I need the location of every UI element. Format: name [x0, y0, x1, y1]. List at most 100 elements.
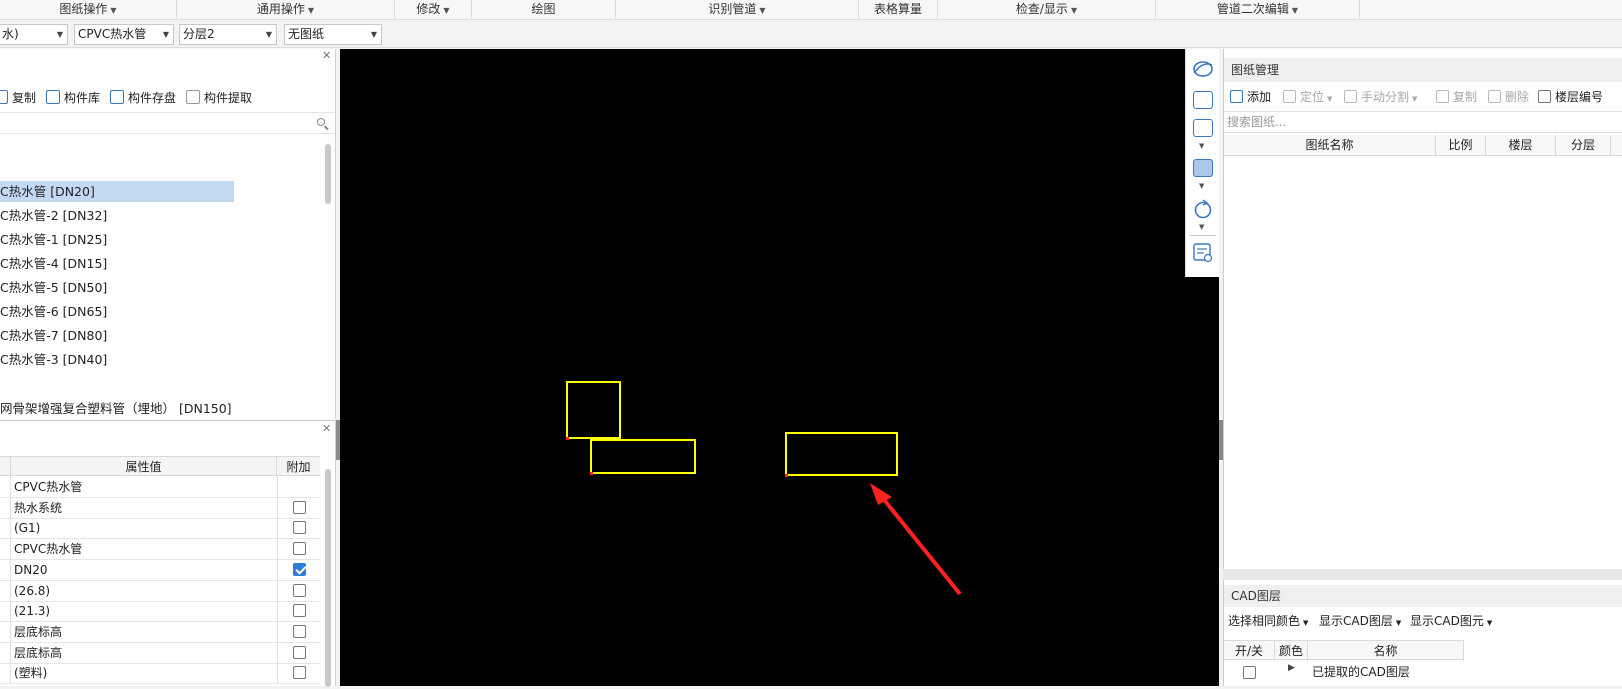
column-name[interactable]: 名称 — [1308, 641, 1464, 661]
cube-view-icon[interactable] — [1193, 119, 1213, 137]
ribbon-group-general-ops[interactable]: 通用操作 ▼ — [177, 0, 395, 20]
component-search-input[interactable] — [0, 112, 335, 134]
yellow-rect-shape[interactable] — [566, 381, 621, 439]
ribbon-group-draw[interactable]: 绘图 — [472, 0, 616, 20]
insertion-point — [785, 474, 788, 477]
tree-item[interactable]: C热水管-7 [DN80] — [0, 325, 107, 346]
property-row[interactable]: (塑料) — [0, 663, 320, 685]
select-same-color-button[interactable]: 选择相同颜色 ▼ — [1228, 611, 1308, 631]
yellow-rect-shape[interactable] — [590, 439, 696, 474]
layer-display-icon[interactable] — [1193, 243, 1213, 263]
property-value[interactable]: 层底标高 — [14, 622, 62, 642]
attach-checkbox[interactable] — [293, 542, 306, 556]
column-drawing-name[interactable]: 图纸名称 — [1224, 135, 1436, 155]
drawing-canvas[interactable] — [340, 49, 1219, 686]
orbit-icon[interactable] — [1192, 59, 1214, 79]
layer-select[interactable]: 分层2 ▼ — [179, 24, 277, 45]
property-value[interactable]: (塑料) — [14, 663, 47, 683]
property-row[interactable]: CPVC热水管 — [0, 477, 320, 498]
column-sublayer[interactable]: 分层 — [1556, 135, 1611, 155]
tree-item[interactable]: C热水管-2 [DN32] — [0, 205, 107, 226]
column-color[interactable]: 颜色 — [1275, 641, 1308, 661]
floor-number-checkbox[interactable]: 楼层编号 — [1538, 87, 1603, 107]
drawing-search-input[interactable]: 搜索图纸... — [1224, 111, 1622, 133]
horizontal-splitter[interactable] — [1223, 569, 1622, 580]
close-icon[interactable]: ✕ — [322, 49, 331, 62]
property-row[interactable]: DN20 — [0, 559, 320, 581]
show-cad-layer-button[interactable]: 显示CAD图层 ▼ — [1319, 611, 1401, 631]
cad-layer-row[interactable]: ▶ 已提取的CAD图层 — [1224, 661, 1464, 683]
locate-icon — [1283, 90, 1296, 103]
component-library-button[interactable]: 构件库 — [46, 89, 100, 107]
3d-view-icon[interactable] — [1193, 91, 1213, 109]
property-row[interactable]: (G1) — [0, 518, 320, 540]
show-cad-element-button[interactable]: 显示CAD图元 ▼ — [1410, 611, 1492, 631]
property-value[interactable]: 层底标高 — [14, 643, 62, 663]
ribbon-group-identify-pipe[interactable]: 识别管道 ▼ — [616, 0, 859, 20]
system-select[interactable]: 水) ▼ — [0, 24, 68, 45]
property-value[interactable]: (26.8) — [14, 581, 50, 601]
component-extract-button[interactable]: 构件提取 — [186, 89, 252, 107]
shaded-cube-icon[interactable] — [1193, 159, 1213, 177]
property-value[interactable]: CPVC热水管 — [14, 477, 82, 497]
component-select[interactable]: CPVC热水管 ▼ — [74, 24, 174, 45]
property-row[interactable]: CPVC热水管 — [0, 539, 320, 561]
ribbon-group-modify[interactable]: 修改 ▼ — [395, 0, 472, 20]
copy-button[interactable]: 复制 — [0, 89, 36, 107]
property-value[interactable]: CPVC热水管 — [14, 539, 82, 559]
component-save-button[interactable]: 构件存盘 — [110, 89, 176, 107]
layer-visibility-checkbox[interactable] — [1243, 666, 1256, 679]
property-scrollbar[interactable] — [325, 469, 331, 687]
tree-item[interactable]: C热水管-6 [DN65] — [0, 301, 107, 322]
tree-item[interactable]: 网骨架增强复合塑料管（埋地） [DN150] — [0, 398, 232, 419]
attach-checkbox[interactable] — [293, 604, 306, 618]
ribbon-group-check-display[interactable]: 检查/显示 ▼ — [938, 0, 1156, 20]
copy-drawing-button[interactable]: 复制 — [1436, 87, 1477, 107]
delete-drawing-button[interactable]: 删除 — [1488, 87, 1529, 107]
add-drawing-button[interactable]: 添加 — [1230, 87, 1271, 107]
chevron-down-icon[interactable]: ▼ — [1199, 142, 1204, 150]
property-row[interactable]: 层底标高 — [0, 621, 320, 643]
attach-checkbox[interactable] — [293, 645, 306, 659]
attach-checkbox[interactable] — [293, 500, 306, 514]
locate-button[interactable]: 定位 ▼ — [1283, 87, 1332, 107]
left-splitter-handle[interactable] — [336, 420, 340, 460]
attach-checkbox[interactable] — [293, 562, 306, 576]
tree-item[interactable]: C热水管-5 [DN50] — [0, 277, 107, 298]
tree-scrollbar[interactable] — [325, 144, 331, 204]
property-value[interactable]: (G1) — [14, 518, 40, 538]
locate-label: 定位 — [1300, 90, 1325, 104]
drawing-select[interactable]: 无图纸 ▼ — [284, 24, 382, 45]
attach-checkbox[interactable] — [293, 624, 306, 638]
close-icon[interactable]: ✕ — [322, 422, 331, 435]
property-value[interactable]: 热水系统 — [14, 498, 62, 518]
rotate-icon[interactable] — [1193, 199, 1213, 219]
ribbon-group-table-calc[interactable]: 表格算量 — [859, 0, 938, 20]
column-on-off[interactable]: 开/关 — [1224, 641, 1275, 661]
ribbon-group-label: 通用操作 — [256, 2, 305, 16]
property-row[interactable]: 热水系统 — [0, 497, 320, 519]
property-value[interactable]: (21.3) — [14, 601, 50, 621]
tree-item[interactable]: C热水管-4 [DN15] — [0, 253, 107, 274]
property-row[interactable]: (21.3) — [0, 601, 320, 623]
expand-arrow-icon[interactable]: ▶ — [1288, 663, 1295, 673]
chevron-down-icon[interactable]: ▼ — [1199, 223, 1204, 231]
column-scale[interactable]: 比例 — [1436, 135, 1486, 155]
tree-item[interactable]: C热水管-1 [DN25] — [0, 229, 107, 250]
attach-checkbox[interactable] — [293, 521, 306, 535]
yellow-rect-shape[interactable] — [785, 432, 898, 476]
ribbon-group-drawing-ops[interactable]: 图纸操作 ▼ — [0, 0, 177, 20]
manual-split-button[interactable]: 手动分割 ▼ — [1344, 87, 1417, 107]
ribbon-group-pipe-edit[interactable]: 管道二次编辑 ▼ — [1156, 0, 1360, 20]
tree-item[interactable]: C热水管 [DN20] — [0, 181, 234, 202]
attach-checkbox[interactable] — [293, 666, 306, 680]
property-value[interactable]: DN20 — [14, 560, 48, 580]
column-floor[interactable]: 楼层 — [1486, 135, 1556, 155]
search-icon[interactable] — [317, 118, 325, 126]
property-row[interactable]: 层底标高 — [0, 642, 320, 664]
chevron-down-icon[interactable]: ▼ — [1199, 182, 1204, 190]
copy-icon — [1436, 90, 1449, 103]
property-row[interactable]: (26.8) — [0, 580, 320, 602]
attach-checkbox[interactable] — [293, 583, 306, 597]
tree-item[interactable]: C热水管-3 [DN40] — [0, 349, 107, 370]
